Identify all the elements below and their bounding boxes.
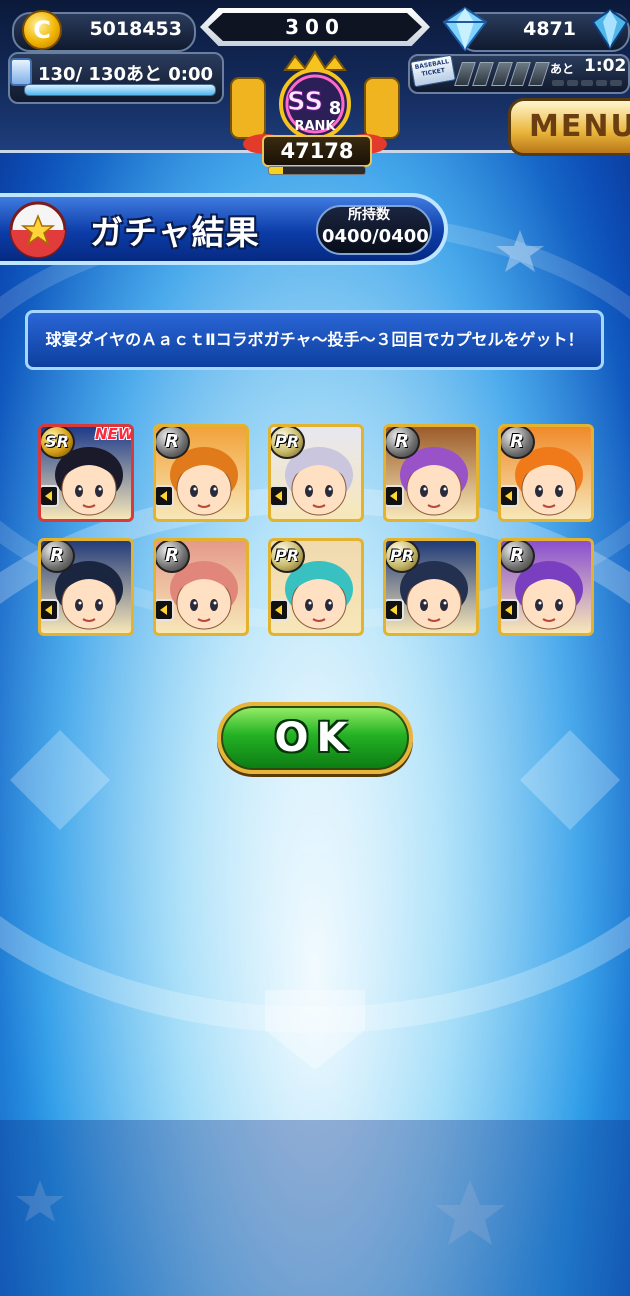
diamond-arrow-icon xyxy=(501,485,519,507)
ticket-remaining-label: あと xyxy=(550,62,575,76)
character-card[interactable]: R xyxy=(38,538,134,636)
svg-text:RANK: RANK xyxy=(294,119,336,134)
rarity-badge: PR xyxy=(271,541,305,573)
card-grid: SR NEW R PR R R R R PR PR R xyxy=(38,424,594,636)
diamond-shop-icon[interactable] xyxy=(590,6,630,52)
rarity-badge: R xyxy=(156,427,190,459)
stamina-text: 130/ 130あと 0:00 xyxy=(38,64,214,85)
capsule-count-label: 所持数 xyxy=(348,207,390,223)
rarity-badge: R xyxy=(501,541,535,573)
coin-count: 5018453 xyxy=(89,18,182,40)
character-card[interactable]: PR xyxy=(268,424,364,522)
character-card[interactable]: R xyxy=(383,424,479,522)
ticket-dot xyxy=(552,80,564,86)
character-card[interactable]: PR xyxy=(383,538,479,636)
diamond-arrow-icon xyxy=(41,599,59,621)
rarity-badge: PR xyxy=(271,427,305,459)
ticket-dot xyxy=(595,80,608,86)
diamond-count: 4871 xyxy=(523,18,576,40)
capsule-count-value: 0400/0400 xyxy=(322,226,429,247)
rarity-badge: R xyxy=(156,541,190,573)
page-title: ガチャ結果 xyxy=(90,213,260,252)
stamina-bar xyxy=(24,84,216,96)
menu-button[interactable]: MENU xyxy=(508,98,630,156)
rarity-badge: R xyxy=(501,427,535,459)
rank-value: 47178 xyxy=(262,135,372,167)
coin-icon: C xyxy=(22,10,62,50)
svg-text:8: 8 xyxy=(329,98,342,119)
ticket-dot xyxy=(566,80,579,86)
svg-text:SS: SS xyxy=(287,87,323,117)
character-card[interactable]: R xyxy=(498,424,594,522)
character-card[interactable]: R xyxy=(153,538,249,636)
diamond-arrow-icon xyxy=(156,599,174,621)
stamina-bar-fill xyxy=(25,85,215,95)
character-card[interactable]: PR xyxy=(268,538,364,636)
diamond-arrow-icon xyxy=(501,599,519,621)
character-card[interactable]: SR NEW xyxy=(38,424,134,522)
diamond-arrow-icon xyxy=(156,485,174,507)
rarity-badge: PR xyxy=(386,541,420,573)
result-message: 球宴ダイヤのＡａｃｔⅡコラボガチャ～投手～３回目でカプセルをゲット！ xyxy=(25,310,604,370)
diamond-arrow-icon xyxy=(271,485,289,507)
stamina-bottle-icon xyxy=(10,58,32,86)
ticket-dot xyxy=(610,80,622,86)
rarity-badge: R xyxy=(386,427,420,459)
ticket-timer: 1:02 xyxy=(584,56,627,76)
ok-button[interactable]: OK xyxy=(217,702,413,774)
rank-progress-fill xyxy=(269,167,284,174)
event-point-value: 300 xyxy=(208,13,422,41)
new-badge: NEW xyxy=(95,425,134,443)
character-card[interactable]: R xyxy=(498,538,594,636)
ticket-slots xyxy=(454,62,550,86)
diamond-arrow-icon xyxy=(41,485,59,507)
ok-label: OK xyxy=(274,715,356,761)
diamond-arrow-icon xyxy=(386,485,404,507)
diamond-arrow-icon xyxy=(271,599,289,621)
character-card[interactable]: R xyxy=(153,424,249,522)
rarity-badge: SR xyxy=(41,427,75,459)
diamond-arrow-icon xyxy=(386,599,404,621)
diamond-icon xyxy=(442,6,488,52)
rarity-badge: R xyxy=(41,541,75,573)
ticket-dots xyxy=(552,80,622,86)
ticket-dot xyxy=(581,80,593,86)
capsule-icon xyxy=(9,201,67,259)
rank-progress-bar xyxy=(268,166,366,175)
